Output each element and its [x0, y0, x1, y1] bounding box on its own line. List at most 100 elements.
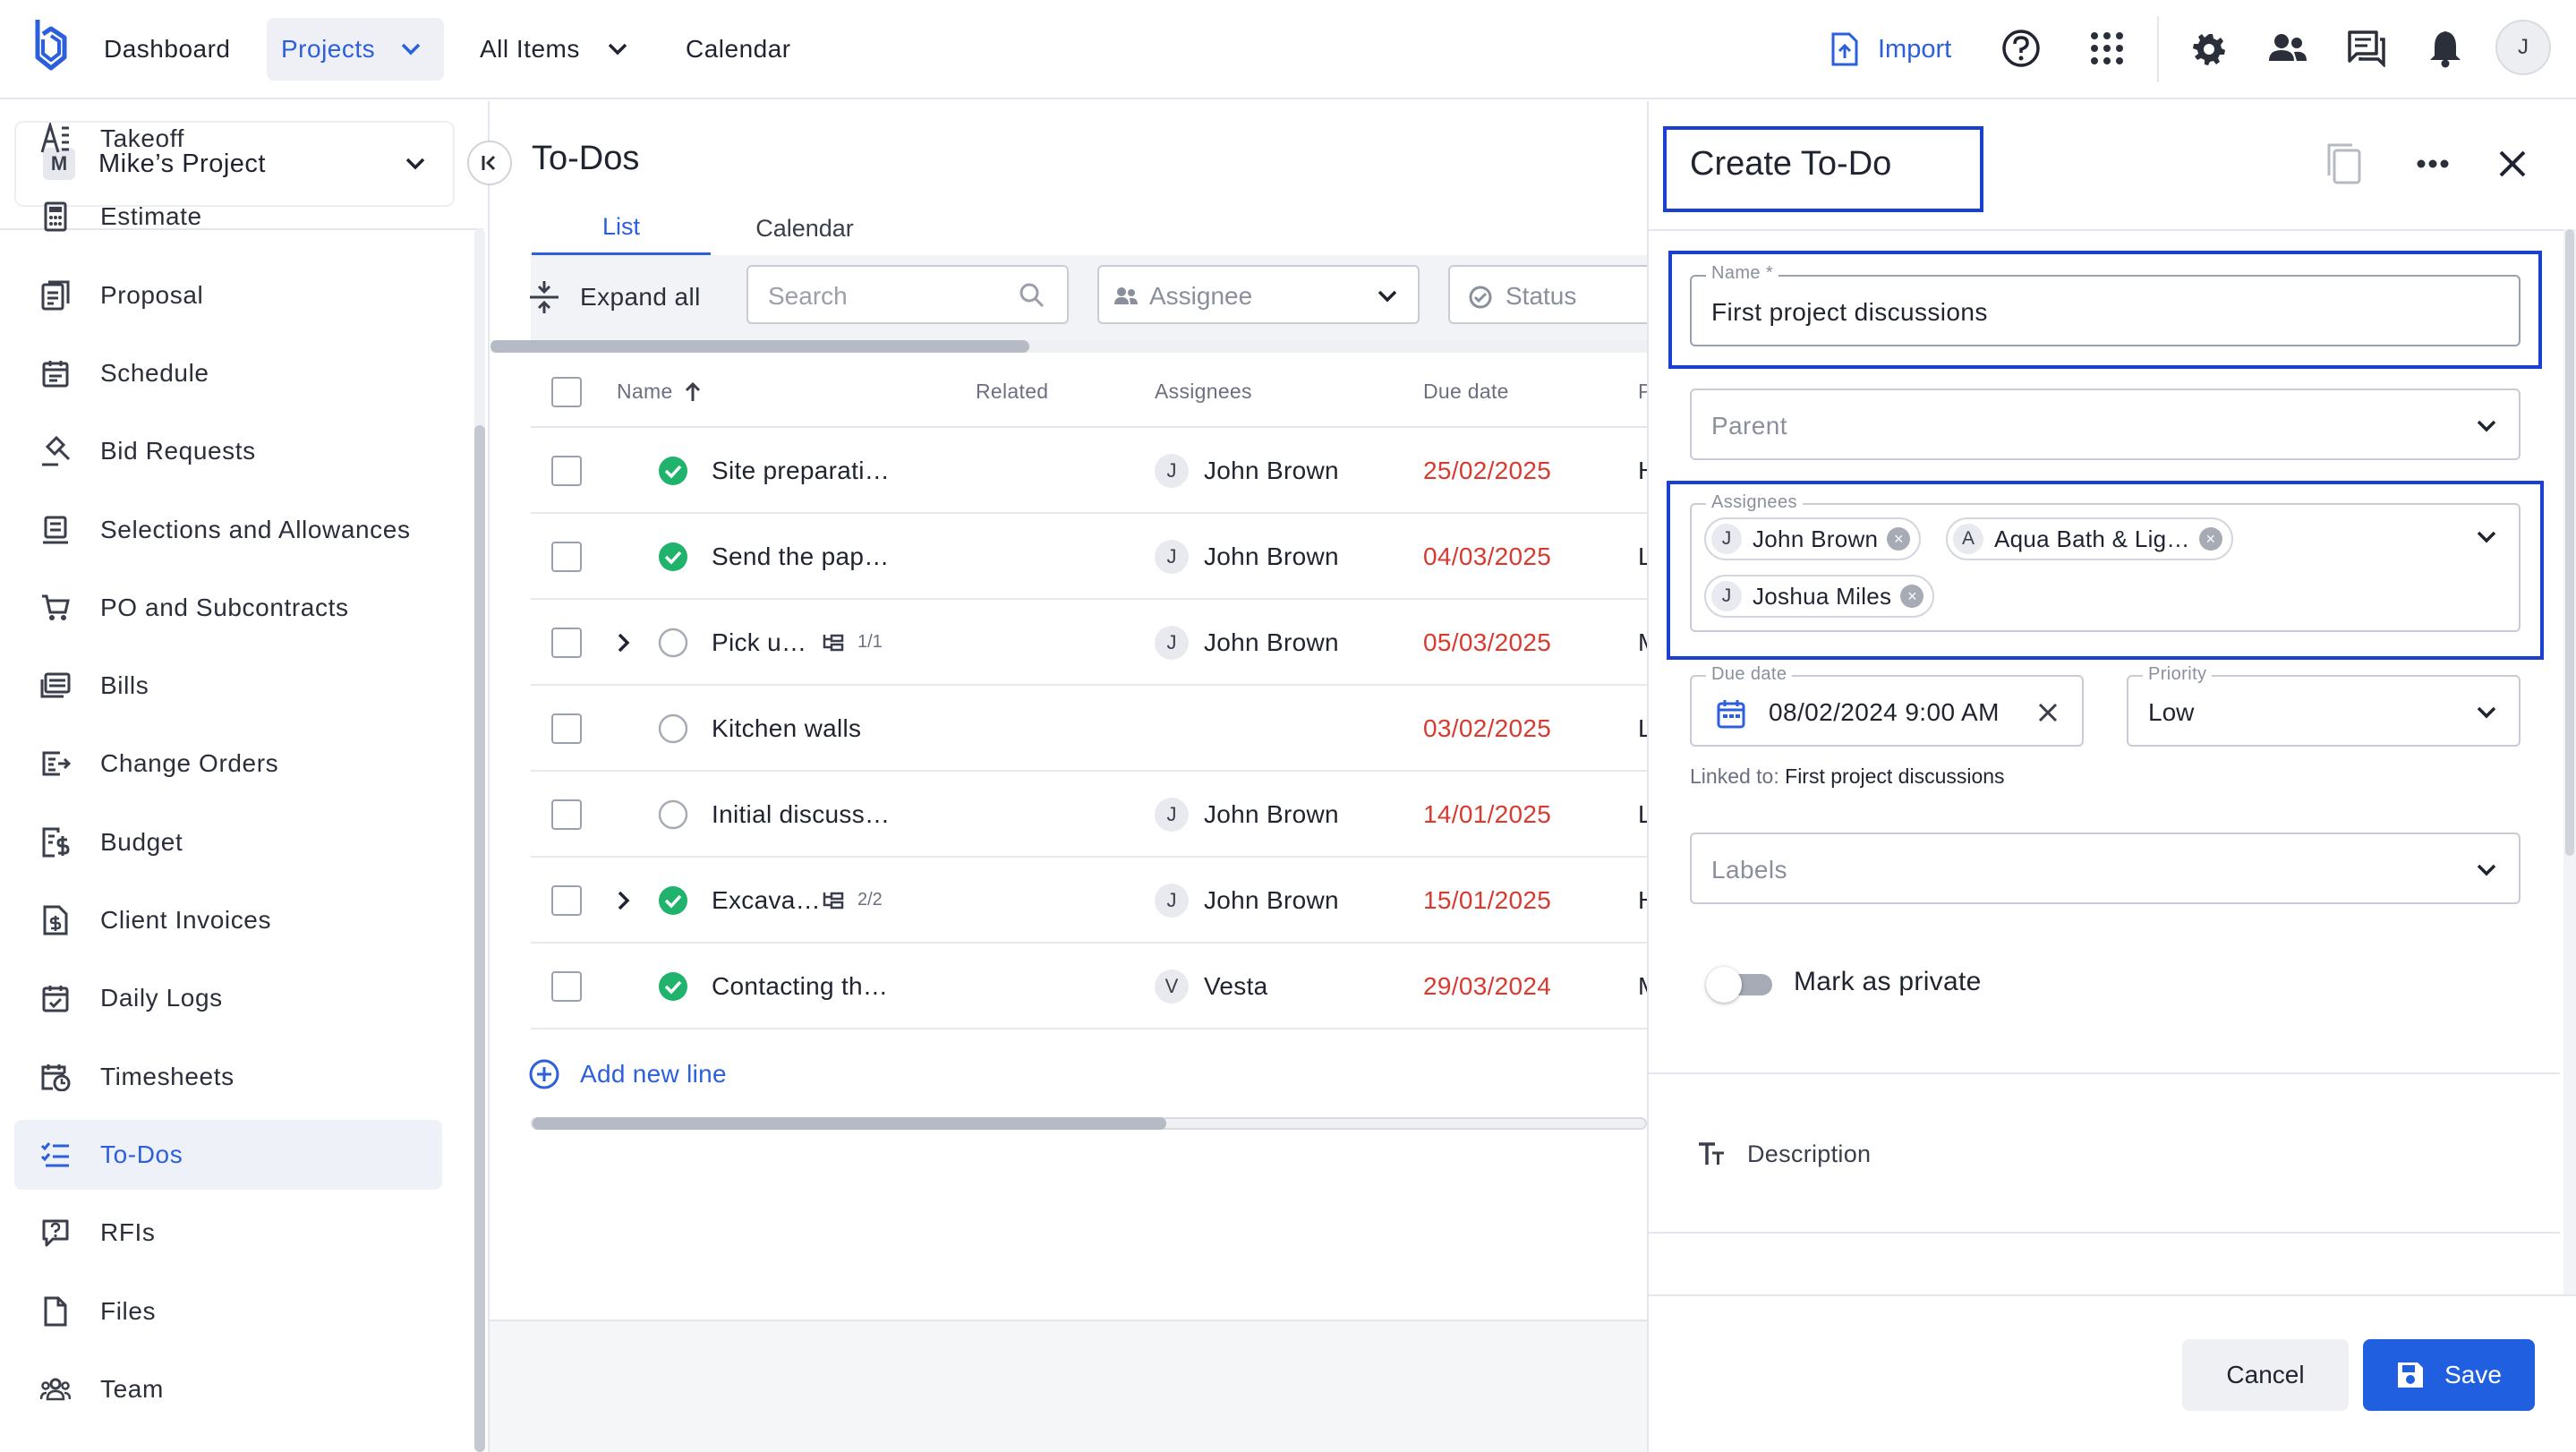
status-done-icon[interactable]	[658, 542, 688, 572]
description-section[interactable]: Description	[1697, 1139, 1871, 1169]
status-open-icon[interactable]	[658, 799, 688, 830]
users-icon[interactable]	[2265, 25, 2311, 72]
todo-name[interactable]: Kitchen walls	[712, 714, 861, 743]
collapse-sidebar-button[interactable]	[467, 141, 512, 185]
table-row[interactable]: Site preparati… J John Brown 25/02/2025 H	[531, 428, 1647, 514]
sidebar-item-files[interactable]: Files	[14, 1277, 442, 1346]
apps-grid-icon[interactable]	[2084, 25, 2130, 72]
tab-calendar[interactable]: Calendar	[711, 201, 899, 256]
sidebar-item-daily-logs[interactable]: Daily Logs	[14, 963, 442, 1033]
parent-select[interactable]: Parent	[1690, 389, 2521, 460]
search-input[interactable]: Search	[746, 265, 1069, 324]
todo-name[interactable]: Contacting th…	[712, 972, 888, 1001]
todo-name[interactable]: Pick u…	[712, 628, 806, 657]
drawer-scrollbar-track[interactable]	[2563, 229, 2576, 1294]
sidebar-item-proposal[interactable]: Proposal	[14, 261, 442, 330]
chat-icon[interactable]	[2343, 25, 2390, 72]
clear-date-icon[interactable]	[2037, 702, 2059, 723]
column-header-related[interactable]: Related	[976, 380, 1048, 404]
sidebar-item-to-dos[interactable]: To-Dos	[14, 1119, 442, 1190]
table-scrollbar-top-track[interactable]	[490, 340, 1647, 353]
save-button[interactable]: Save	[2363, 1339, 2535, 1411]
table-row[interactable]: Initial discuss… J John Brown 14/01/2025 L	[531, 772, 1647, 858]
sidebar-item-change-orders[interactable]: Change Orders	[14, 729, 442, 799]
duplicate-icon[interactable]	[2324, 141, 2365, 186]
expand-all-button[interactable]: Expand all	[528, 278, 701, 317]
import-button[interactable]: Import	[1830, 27, 1951, 72]
row-checkbox[interactable]	[551, 542, 582, 572]
sidebar-item-rfis[interactable]: RFIs	[14, 1198, 442, 1268]
column-header-name[interactable]: Name	[617, 380, 702, 404]
app-logo[interactable]	[30, 16, 72, 75]
more-options-icon[interactable]	[2417, 158, 2449, 170]
row-checkbox[interactable]	[551, 885, 582, 916]
gear-icon[interactable]	[2186, 25, 2232, 72]
row-checkbox[interactable]	[551, 456, 582, 486]
sidebar-scrollbar-thumb[interactable]	[474, 425, 485, 1452]
sidebar-item-takeoff[interactable]: Takeoff	[14, 104, 442, 174]
help-icon[interactable]	[1998, 25, 2044, 72]
todo-name[interactable]: Excava…	[712, 886, 821, 915]
select-all-checkbox[interactable]	[551, 377, 582, 407]
row-checkbox[interactable]	[551, 971, 582, 1002]
status-open-icon[interactable]	[658, 628, 688, 658]
todo-name[interactable]: Initial discuss…	[712, 800, 890, 829]
todo-name[interactable]: Site preparati…	[712, 457, 890, 485]
nav-calendar[interactable]: Calendar	[686, 18, 791, 81]
column-header-assignees[interactable]: Assignees	[1155, 380, 1252, 404]
nav-projects[interactable]: Projects	[267, 18, 444, 81]
sidebar-item-timesheets[interactable]: Timesheets	[14, 1042, 442, 1112]
remove-chip-icon[interactable]: ×	[1900, 585, 1924, 608]
due-date-field[interactable]: 08/02/2024 9:00 AM	[1690, 675, 2084, 747]
status-open-icon[interactable]	[658, 713, 688, 744]
status-done-icon[interactable]	[658, 885, 688, 916]
status-done-icon[interactable]	[658, 456, 688, 486]
status-filter[interactable]: Status	[1448, 265, 1647, 324]
nav-dashboard[interactable]: Dashboard	[104, 18, 230, 81]
table-row[interactable]: Send the pap… J John Brown 04/03/2025 L	[531, 514, 1647, 600]
table-row[interactable]: Kitchen walls 03/02/2025 L	[531, 686, 1647, 772]
todo-name[interactable]: Send the pap…	[712, 542, 890, 571]
tab-list[interactable]: List	[532, 201, 711, 256]
status-done-icon[interactable]	[658, 971, 688, 1002]
close-icon[interactable]	[2497, 149, 2528, 179]
sidebar-item-po-and-subcontracts[interactable]: PO and Subcontracts	[14, 573, 442, 643]
sidebar-item-selections-and-allowances[interactable]: Selections and Allowances	[14, 495, 442, 565]
private-toggle[interactable]	[1706, 967, 1774, 1003]
row-checkbox[interactable]	[551, 799, 582, 830]
remove-chip-icon[interactable]: ×	[2198, 527, 2222, 551]
row-checkbox[interactable]	[551, 628, 582, 658]
chevron-right-icon[interactable]	[617, 632, 631, 653]
save-label: Save	[2444, 1361, 2502, 1388]
sidebar-item-schedule[interactable]: Schedule	[14, 338, 442, 408]
chevron-right-icon[interactable]	[617, 890, 631, 911]
table-row[interactable]: Contacting th… V Vesta 29/03/2024 M	[531, 944, 1647, 1029]
sidebar-item-bid-requests[interactable]: Bid Requests	[14, 416, 442, 486]
linked-to-value[interactable]: First project discussions	[1785, 764, 2004, 788]
bell-icon[interactable]	[2422, 25, 2469, 72]
drawer-scrollbar-thumb[interactable]	[2565, 229, 2574, 856]
sidebar-item-team[interactable]: Team	[14, 1354, 442, 1424]
user-avatar[interactable]: J	[2495, 20, 2551, 75]
table-scrollbar-bottom-track[interactable]	[531, 1117, 1647, 1130]
add-new-line-button[interactable]: Add new line	[528, 1055, 727, 1094]
priority-select[interactable]: Low	[2127, 675, 2521, 747]
table-scrollbar-top-thumb[interactable]	[490, 340, 1029, 353]
sidebar-scrollbar-track[interactable]	[474, 228, 485, 1452]
row-checkbox[interactable]	[551, 713, 582, 744]
sidebar-item-estimate[interactable]: Estimate	[14, 182, 442, 252]
cancel-button[interactable]: Cancel	[2182, 1339, 2349, 1411]
remove-chip-icon[interactable]: ×	[1887, 527, 1911, 551]
sidebar-item-bills[interactable]: Bills	[14, 651, 442, 721]
sidebar-item-client-invoices[interactable]: Client Invoices	[14, 885, 442, 955]
table-row[interactable]: Pick u… 1/1 J John Brown 05/03/2025 M	[531, 600, 1647, 686]
name-field[interactable]: First project discussions	[1690, 275, 2521, 346]
table-row[interactable]: Excava… 2/2 J John Brown 15/01/2025 H	[531, 858, 1647, 944]
column-header-due-date[interactable]: Due date	[1423, 380, 1509, 404]
table-scrollbar-bottom-thumb[interactable]	[533, 1117, 1166, 1130]
sidebar-item-budget[interactable]: Budget	[14, 807, 442, 877]
assignee-filter[interactable]: Assignee	[1097, 265, 1420, 324]
labels-select[interactable]: Labels	[1690, 833, 2521, 904]
column-header-priority[interactable]: P	[1638, 380, 1647, 404]
nav-all-items[interactable]: All Items	[480, 18, 628, 81]
